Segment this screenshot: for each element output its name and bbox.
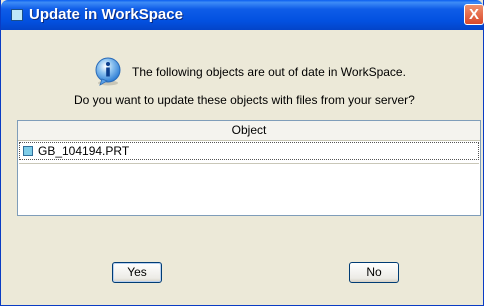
title-bar[interactable]: Update in WorkSpace X — [1, 0, 484, 30]
column-header-object[interactable]: Object — [18, 121, 480, 141]
info-icon — [95, 57, 121, 86]
dialog-window: Update in WorkSpace X The following obje… — [0, 0, 484, 306]
row-object-name: GB_104194.PRT — [38, 144, 130, 158]
dialog-title: Update in WorkSpace — [29, 6, 183, 23]
message-line-2: Do you want to update these objects with… — [74, 93, 415, 107]
message-line-1: The following objects are out of date in… — [132, 65, 406, 79]
table-row[interactable]: GB_104194.PRT — [19, 142, 479, 160]
object-list[interactable]: Object GB_104194.PRT — [17, 120, 481, 216]
app-icon — [11, 9, 23, 21]
row-divider — [19, 163, 479, 164]
yes-button[interactable]: Yes — [112, 262, 162, 283]
no-button[interactable]: No — [349, 262, 399, 283]
part-file-icon — [23, 146, 33, 156]
close-button[interactable]: X — [464, 4, 484, 25]
